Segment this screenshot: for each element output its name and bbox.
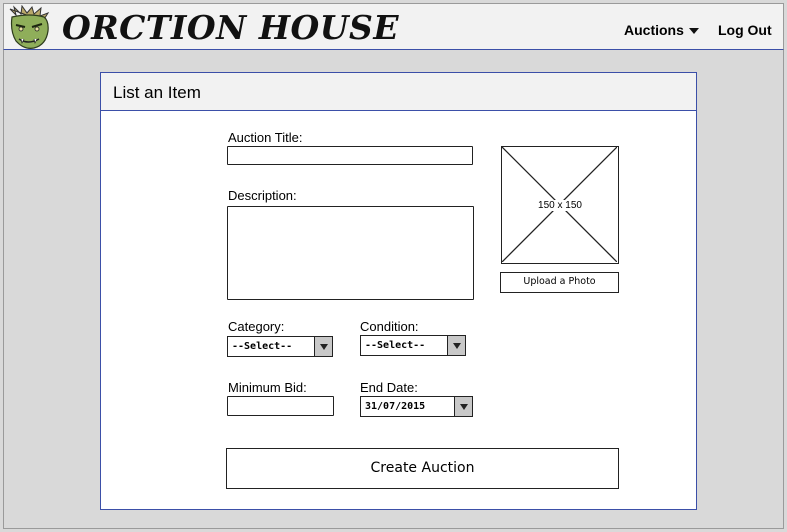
description-textarea[interactable] [227,206,474,300]
upload-photo-button[interactable]: Upload a Photo [500,272,619,293]
dropdown-arrow-icon [447,336,465,355]
category-selected-value: --Select-- [232,341,293,352]
create-auction-button[interactable]: Create Auction [226,448,619,489]
auction-title-input[interactable] [227,146,473,165]
orc-logo-icon [9,5,50,49]
end-date-value: 31/07/2015 [365,401,426,412]
top-bar: ORCTION HOUSE Auctions Log Out [3,3,784,50]
description-label: Description: [228,188,297,203]
brand-title: ORCTION HOUSE [62,8,400,47]
end-date-picker[interactable]: 31/07/2015 [360,396,473,417]
dropdown-arrow-icon [314,337,332,356]
panel-title: List an Item [101,73,696,111]
end-date-label: End Date: [360,380,418,395]
nav-auctions-menu[interactable]: Auctions [624,22,699,38]
minimum-bid-input[interactable] [227,396,334,416]
dropdown-arrow-icon [454,397,472,416]
condition-label: Condition: [360,319,419,334]
nav-auctions-label: Auctions [624,22,684,38]
caret-down-icon [688,27,699,34]
placeholder-dimensions: 150 x 150 [537,200,583,211]
photo-placeholder: 150 x 150 [501,146,619,264]
condition-selected-value: --Select-- [365,340,426,351]
minimum-bid-label: Minimum Bid: [228,380,307,395]
category-label: Category: [228,319,285,334]
condition-select[interactable]: --Select-- [360,335,466,356]
nav-logout-link[interactable]: Log Out [718,22,772,38]
auction-title-label: Auction Title: [228,130,303,145]
category-select[interactable]: --Select-- [227,336,333,357]
list-item-panel: List an Item Auction Title: Description:… [100,72,697,510]
